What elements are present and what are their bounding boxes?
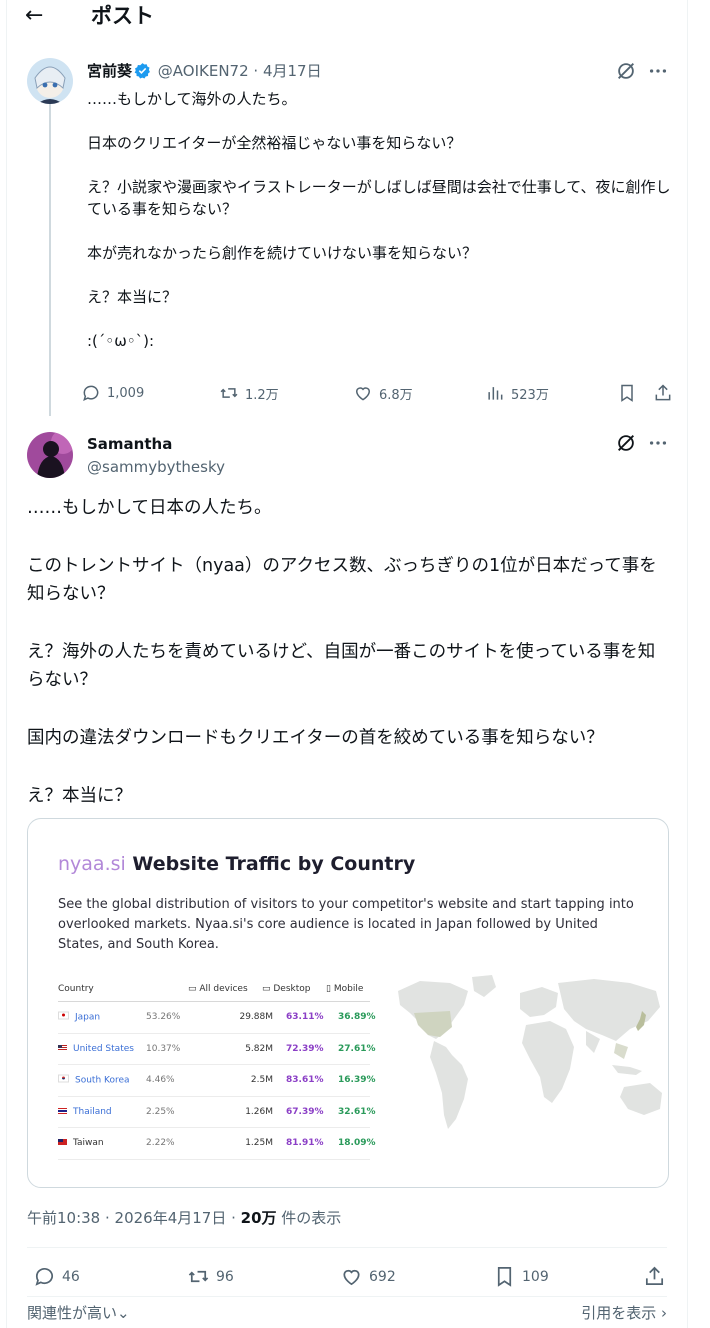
grok-icon[interactable] — [615, 60, 637, 86]
bookmark-icon — [493, 1265, 516, 1288]
flag-taiwan-icon — [58, 1139, 67, 1146]
paragraph: このトレントサイト（nyaa）のアクセス数、ぶっちぎりの1位が日本だって事を知ら… — [27, 556, 657, 604]
view-count: 20万 — [240, 1209, 277, 1227]
world-map — [380, 969, 668, 1149]
bookmark-icon — [617, 383, 637, 403]
bookmark-button[interactable]: 109 — [493, 1265, 549, 1288]
column-header: ▯ Mobile — [326, 984, 364, 994]
repost-button[interactable]: 96 — [187, 1265, 234, 1288]
quoted-post-actions: 1,009 1.2万 6.8万 523万 — [81, 383, 681, 407]
main-post-actions: 46 96 692 109 — [33, 1265, 673, 1289]
reply-count: 1,009 — [107, 385, 145, 401]
flag-japan-icon — [58, 1011, 69, 1020]
sort-dropdown[interactable]: 関連性が高い⌄ — [27, 1302, 130, 1323]
share-icon — [653, 383, 673, 403]
heart-icon — [353, 383, 373, 403]
arrow-left-icon[interactable]: ← — [25, 2, 43, 30]
reply-button[interactable]: 46 — [33, 1265, 80, 1288]
reply-button[interactable]: 1,009 — [81, 383, 144, 403]
flag-korea-icon — [58, 1074, 69, 1083]
flag-usa-icon — [58, 1044, 67, 1051]
divider — [27, 1296, 667, 1297]
like-button[interactable]: 692 — [340, 1265, 396, 1288]
reply-count: 46 — [62, 1268, 80, 1285]
avatar[interactable] — [27, 432, 73, 478]
paragraph: 日本のクリエイターが全然裕福じゃない事を知らない？ — [87, 134, 462, 152]
column-header: ▭ All devices — [188, 984, 248, 994]
divider — [27, 1247, 667, 1248]
table-row: Thailand 2.25% 1.26M 67.39% 32.61% — [58, 1097, 376, 1128]
repost-button[interactable]: 1.2万 — [219, 383, 279, 403]
repost-icon — [219, 383, 239, 403]
flag-thailand-icon — [58, 1107, 67, 1114]
table-row: Japan 53.26% 29.88M 63.11% 36.89% — [58, 1002, 376, 1034]
page-title: ポスト — [91, 4, 154, 28]
timestamp[interactable]: 午前10:38 · 2026年4月17日 · — [27, 1209, 241, 1227]
thread-connector — [49, 104, 51, 416]
avatar[interactable] — [27, 58, 73, 104]
traffic-table: Country ▭ All devices ▭ Desktop ▯ Mobile… — [58, 977, 376, 1160]
image-title: nyaa.si Website Traffic by Country — [58, 853, 415, 875]
paragraph: ……もしかして日本の人たち。 — [27, 498, 272, 518]
post-date[interactable]: 4月17日 — [263, 62, 322, 80]
paragraph: え？本当に？ — [87, 288, 178, 306]
post-meta: 午前10:38 · 2026年4月17日 · 20万 件の表示 — [27, 1207, 341, 1228]
like-count: 6.8万 — [379, 387, 413, 403]
table-row: Taiwan 2.22% 1.25M 81.91% 18.09% — [58, 1128, 376, 1160]
quoted-post-header: 宮前葵 @AOIKEN72 · 4月17日 — [87, 60, 322, 83]
quotes-label: 引用を表示 — [581, 1304, 657, 1322]
bookmark-count: 109 — [522, 1268, 549, 1285]
grok-icon[interactable] — [615, 432, 637, 458]
view-quotes-link[interactable]: 引用を表示 › — [581, 1302, 667, 1323]
paragraph: :(´◦ω◦`): — [87, 332, 155, 350]
paragraph: 本が売れなかったら創作を続けていけない事を知らない？ — [87, 244, 478, 262]
view-count: 523万 — [511, 387, 549, 403]
column-header: ▭ Desktop — [262, 984, 311, 994]
handle[interactable]: @AOIKEN72 — [158, 62, 249, 80]
share-icon — [643, 1265, 666, 1288]
column-header: Country — [58, 984, 94, 994]
main-post-text: ……もしかして日本の人たち。 このトレントサイト（nyaa）のアクセス数、ぶっち… — [27, 494, 672, 840]
repost-icon — [187, 1265, 210, 1288]
table-row: United States 10.37% 5.82M 72.39% 27.61% — [58, 1034, 376, 1065]
handle[interactable]: @sammybythesky — [87, 458, 225, 476]
repost-count: 1.2万 — [245, 387, 279, 403]
views-button[interactable]: 523万 — [485, 383, 549, 403]
verified-badge-icon — [134, 62, 151, 83]
table-row: South Korea 4.46% 2.5M 83.61% 16.39% — [58, 1065, 376, 1097]
paragraph: 国内の違法ダウンロードもクリエイターの首を絞めている事を知らない？ — [27, 728, 604, 748]
repost-count: 96 — [216, 1268, 234, 1285]
like-button[interactable]: 6.8万 — [353, 383, 413, 403]
image-heading: Website Traffic by Country — [132, 853, 416, 875]
quoted-post-text: ……もしかして海外の人たち。 日本のクリエイターが全然裕福じゃない事を知らない？… — [87, 88, 677, 352]
share-button[interactable] — [653, 383, 673, 403]
paragraph: え？本当に？ — [27, 786, 132, 806]
share-button[interactable] — [643, 1265, 666, 1288]
page-header: ← ポスト — [7, 0, 687, 36]
reply-icon — [81, 383, 101, 403]
chevron-right-icon: › — [656, 1304, 667, 1322]
bookmark-button[interactable] — [617, 383, 637, 403]
chevron-down-icon: ⌄ — [117, 1304, 130, 1322]
more-options-icon[interactable] — [647, 60, 669, 86]
heart-icon — [340, 1265, 363, 1288]
paragraph: ……もしかして海外の人たち。 — [87, 90, 297, 108]
reply-icon — [33, 1265, 56, 1288]
display-name[interactable]: Samantha — [87, 435, 172, 453]
image-description: See the global distribution of visitors … — [58, 897, 634, 952]
view-suffix: 件の表示 — [276, 1209, 342, 1227]
like-count: 692 — [369, 1268, 396, 1285]
analytics-icon — [485, 383, 505, 403]
attached-image[interactable]: nyaa.si Website Traffic by Country See t… — [27, 818, 669, 1188]
table-header: Country ▭ All devices ▭ Desktop ▯ Mobile — [58, 977, 370, 1002]
post-detail-column: ← ポスト 宮前葵 @AOIKEN72 · 4月17日 ……もしかして海外の人た… — [6, 0, 688, 1328]
display-name[interactable]: 宮前葵 — [87, 62, 132, 80]
paragraph: え？海外の人たちを責めているけど、自国が一番このサイトを使っている事を知らない？ — [27, 642, 656, 690]
main-post-header: Samantha — [87, 434, 172, 453]
paragraph: え？小説家や漫画家やイラストレーターがしばしば昼間は会社で仕事して、夜に創作して… — [87, 178, 671, 218]
more-options-icon[interactable] — [647, 432, 669, 458]
image-brand: nyaa.si — [58, 853, 126, 875]
sort-label: 関連性が高い — [27, 1304, 118, 1322]
